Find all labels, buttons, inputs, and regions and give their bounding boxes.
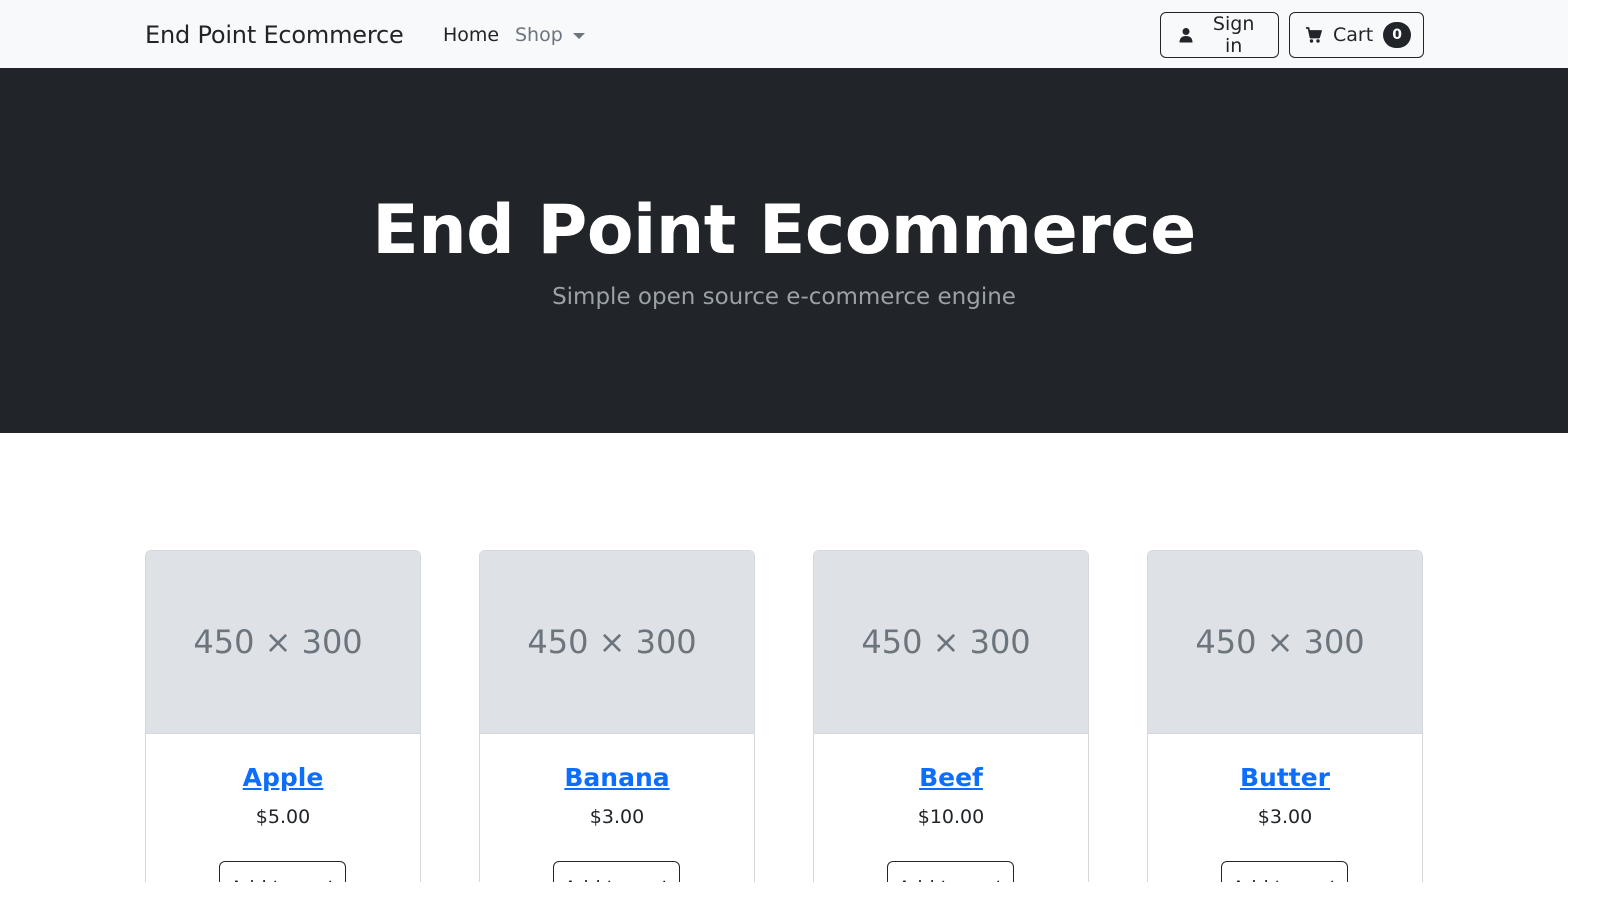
- user-icon: [1178, 26, 1194, 44]
- window-edge: [1568, 0, 1600, 900]
- product-image-placeholder: 450 × 300: [480, 551, 754, 734]
- product-title-link[interactable]: Butter: [1148, 761, 1422, 795]
- caret-down-icon: [572, 33, 585, 39]
- product-image-placeholder: 450 × 300: [814, 551, 1088, 734]
- placeholder-text: 450 × 300: [193, 623, 363, 661]
- nav-home-link[interactable]: Home: [443, 22, 499, 48]
- product-image-placeholder: 450 × 300: [1148, 551, 1422, 734]
- product-title-link[interactable]: Apple: [146, 761, 420, 795]
- product-price: $3.00: [1257, 806, 1313, 828]
- add-to-cart-button[interactable]: Add to cart: [219, 861, 346, 882]
- add-to-cart-button[interactable]: Add to cart: [887, 861, 1014, 882]
- sign-in-button[interactable]: Sign in: [1160, 12, 1279, 58]
- product-card: 450 × 300 Banana $3.00 Add to cart: [479, 550, 755, 882]
- hero-banner: End Point Ecommerce Simple open source e…: [0, 69, 1568, 433]
- cart-icon: [1305, 26, 1323, 44]
- hero-title: End Point Ecommerce: [372, 191, 1196, 270]
- cart-count-badge: 0: [1383, 22, 1412, 48]
- product-image-placeholder: 450 × 300: [146, 551, 420, 734]
- cart-label: Cart: [1333, 24, 1374, 46]
- product-price: $3.00: [589, 806, 645, 828]
- cart-button[interactable]: Cart 0: [1289, 12, 1424, 58]
- navbar: End Point Ecommerce Home Shop Sign in Ca…: [0, 0, 1568, 69]
- hero-subtitle: Simple open source e-commerce engine: [552, 284, 1016, 310]
- add-to-cart-button[interactable]: Add to cart: [1221, 861, 1348, 882]
- product-card: 450 × 300 Apple $5.00 Add to cart: [145, 550, 421, 882]
- product-card: 450 × 300 Beef $10.00 Add to cart: [813, 550, 1089, 882]
- product-title-link[interactable]: Beef: [814, 761, 1088, 795]
- placeholder-text: 450 × 300: [527, 623, 697, 661]
- page: End Point Ecommerce Home Shop Sign in Ca…: [0, 0, 1568, 882]
- add-to-cart-button[interactable]: Add to cart: [553, 861, 680, 882]
- sign-in-label: Sign in: [1212, 13, 1255, 57]
- placeholder-text: 450 × 300: [1195, 623, 1365, 661]
- placeholder-text: 450 × 300: [861, 623, 1031, 661]
- brand-link[interactable]: End Point Ecommerce: [145, 18, 404, 52]
- product-card: 450 × 300 Butter $3.00 Add to cart: [1147, 550, 1423, 882]
- product-title-link[interactable]: Banana: [480, 761, 754, 795]
- nav-shop-dropdown[interactable]: Shop: [515, 22, 585, 48]
- product-price: $5.00: [255, 806, 311, 828]
- product-price: $10.00: [917, 806, 985, 828]
- nav-shop-label: Shop: [515, 24, 563, 46]
